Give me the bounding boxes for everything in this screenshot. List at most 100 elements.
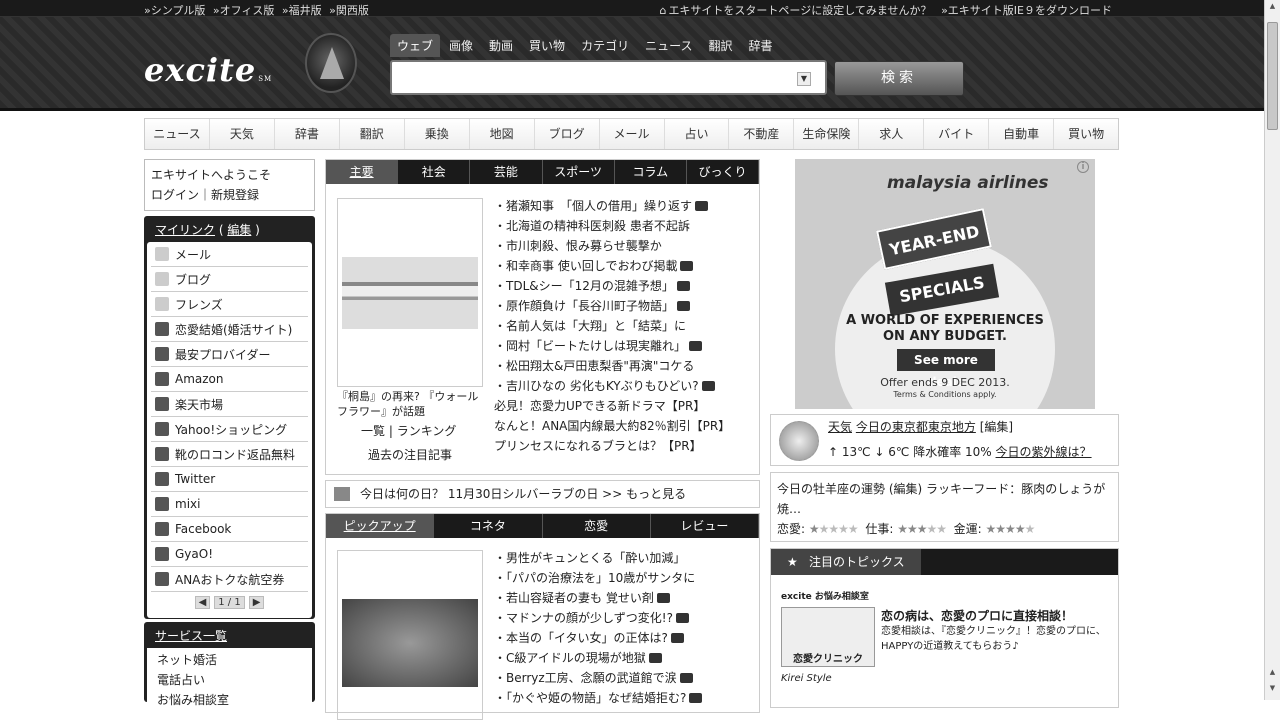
mylink-item[interactable]: Facebook xyxy=(151,517,308,542)
headline-link[interactable]: ・「パパの治療法を」10歳がサンタに xyxy=(494,568,702,588)
weather-location[interactable]: 今日の東京都東京地方 xyxy=(856,420,976,434)
headline-link[interactable]: ・松田翔太&戸田恵梨香"再演"コケる xyxy=(494,356,730,376)
mylink-item[interactable]: 恋愛結婚(婚活サイト) xyxy=(151,317,308,342)
search-tab-images[interactable]: 画像 xyxy=(442,34,480,57)
pickup-tab[interactable]: 恋愛 xyxy=(543,514,651,538)
headline-link[interactable]: ・男性がキュンとくる「酔い加減」 xyxy=(494,548,702,568)
search-tab-translate[interactable]: 翻訳 xyxy=(701,34,739,57)
service-item[interactable]: お悩み相談室 xyxy=(157,690,302,710)
headline-link[interactable]: ・「かぐや姫の物語」なぜ結婚拒む? xyxy=(494,688,703,708)
uv-link[interactable]: 今日の紫外線は？ xyxy=(996,445,1092,459)
headline-link[interactable]: ・若山容疑者の妻も 覚せい剤 xyxy=(494,588,702,608)
pickup-tab[interactable]: レビュー xyxy=(651,514,759,538)
headline-link[interactable]: ・Berryz工房、念願の武道館で涙 xyxy=(494,668,702,688)
nav-jobs[interactable]: 求人 xyxy=(859,119,925,149)
weather-edit-link[interactable]: [編集] xyxy=(980,420,1013,434)
headline-link[interactable]: ・岡村「ビートたけしは現実離れ」 xyxy=(494,336,730,356)
horoscope-text[interactable]: 今日の牡羊座の運勢 (編集) ラッキーフード：豚肉のしょうが焼… xyxy=(777,479,1112,519)
weather-link[interactable]: 天気 xyxy=(828,420,852,434)
mylink-item[interactable]: 最安プロバイダー xyxy=(151,342,308,367)
prev-page-icon[interactable]: ◀ xyxy=(194,596,211,609)
search-tab-dictionary[interactable]: 辞書 xyxy=(742,34,780,57)
nav-blog[interactable]: ブログ xyxy=(535,119,600,149)
nav-map[interactable]: 地図 xyxy=(470,119,535,149)
ranking-link[interactable]: ランキング xyxy=(397,424,457,438)
list-link[interactable]: 一覧 xyxy=(361,424,385,438)
scroll-up-icon[interactable]: ▲ xyxy=(1267,668,1278,678)
headline-link[interactable]: プリンセスになれるブラとは？【PR】 xyxy=(494,436,730,456)
mylink-item[interactable]: ANAおトクな航空券 xyxy=(151,567,308,592)
scroll-up-icon[interactable]: ▲ xyxy=(1267,2,1278,12)
scrollbar[interactable]: ▲ ▲ ▼ xyxy=(1264,0,1280,700)
nav-realestate[interactable]: 不動産 xyxy=(729,119,795,149)
mylink-item[interactable]: Amazon xyxy=(151,367,308,392)
advertisement[interactable]: i malaysia airlines YEAR-END SPECIALS A … xyxy=(795,159,1095,409)
mylink-item[interactable]: 楽天市場 xyxy=(151,392,308,417)
kansai-version-link[interactable]: »関西版 xyxy=(329,4,369,17)
fukui-version-link[interactable]: »福井版 xyxy=(282,4,322,17)
headline-link[interactable]: ・C級アイドルの現場が地獄 xyxy=(494,648,702,668)
pickup-photo[interactable] xyxy=(337,550,483,720)
mylink-title[interactable]: マイリンク xyxy=(155,223,215,237)
nav-translate[interactable]: 翻訳 xyxy=(340,119,405,149)
news-tab[interactable]: コラム xyxy=(615,160,687,184)
login-link[interactable]: ログイン xyxy=(151,188,199,202)
next-page-icon[interactable]: ▶ xyxy=(248,596,265,609)
mylink-item[interactable]: 靴のロコンド返品無料 xyxy=(151,442,308,467)
past-articles-link[interactable]: 過去の注目記事 xyxy=(368,446,452,463)
ad-info-icon[interactable]: i xyxy=(1077,161,1089,173)
excite-logo[interactable]: excite SM xyxy=(144,51,272,89)
headline-link[interactable]: ・北海道の精神科医刺殺 患者不起訴 xyxy=(494,216,730,236)
nav-mail[interactable]: メール xyxy=(600,119,665,149)
today-bar[interactable]: 今日は何の日？ 11月30日シルバーラブの日 >> もっと見る xyxy=(325,480,760,508)
mylink-item[interactable]: Yahoo!ショッピング xyxy=(151,417,308,442)
nav-transit[interactable]: 乗換 xyxy=(405,119,470,149)
mylink-item[interactable]: ブログ xyxy=(151,267,308,292)
nav-news[interactable]: ニュース xyxy=(145,119,210,149)
nav-insurance[interactable]: 生命保険 xyxy=(794,119,860,149)
nav-fortune[interactable]: 占い xyxy=(665,119,730,149)
headline-link[interactable]: ・TDL&シー「12月の混雑予想」 xyxy=(494,276,730,296)
headline-link[interactable]: ・マドンナの顔が少しずつ変化!? xyxy=(494,608,702,628)
headline-link[interactable]: なんと！ANA国内線最大約82％割引【PR】 xyxy=(494,416,730,436)
mylink-item[interactable]: mixi xyxy=(151,492,308,517)
pickup-tab[interactable]: コネタ xyxy=(434,514,543,538)
news-tab[interactable]: 社会 xyxy=(398,160,471,184)
news-tab[interactable]: 芸能 xyxy=(470,160,543,184)
download-ie-link[interactable]: »エキサイト版IE９をダウンロード xyxy=(941,4,1112,17)
ad-cta-button[interactable]: See more deals xyxy=(897,349,995,389)
search-tab-news[interactable]: ニュース xyxy=(638,34,699,57)
news-photo[interactable] xyxy=(337,198,483,387)
search-tab-category[interactable]: カテゴリ xyxy=(574,34,636,57)
headline-link[interactable]: ・名前人気は「大翔」と「結菜」に xyxy=(494,316,730,336)
scrollbar-thumb[interactable] xyxy=(1267,22,1278,130)
nav-shopping[interactable]: 買い物 xyxy=(1054,119,1118,149)
news-tab[interactable]: びっくり xyxy=(687,160,760,184)
search-tab-shopping[interactable]: 買い物 xyxy=(522,34,572,57)
news-tab[interactable]: スポーツ xyxy=(543,160,615,184)
register-link[interactable]: 新規登録 xyxy=(211,188,259,202)
headline-link[interactable]: ・本当の「イタい女」の正体は? xyxy=(494,628,702,648)
headline-link[interactable]: ・吉川ひなの 劣化もKYぶりもひどい? xyxy=(494,376,730,396)
simple-version-link[interactable]: »シンプル版 xyxy=(144,4,205,17)
search-input[interactable]: ▼ xyxy=(390,60,827,95)
office-version-link[interactable]: »オフィス版 xyxy=(213,4,275,17)
scroll-down-icon[interactable]: ▼ xyxy=(1267,684,1278,694)
headline-link[interactable]: ・和幸商事 使い回しでおわび掲載 xyxy=(494,256,730,276)
service-item[interactable]: ネット婚活 xyxy=(157,650,302,670)
headline-link[interactable]: ・猪瀬知事 「個人の借用」繰り返す xyxy=(494,196,730,216)
service-title[interactable]: サービス一覧 xyxy=(147,625,312,648)
topics-headline[interactable]: 恋の病は、恋愛のプロに直接相談！ xyxy=(881,607,1073,624)
nav-parttime[interactable]: バイト xyxy=(924,119,990,149)
search-button[interactable]: 検索 xyxy=(834,61,964,96)
search-tab-web[interactable]: ウェブ xyxy=(390,34,441,57)
service-item[interactable]: 電話占い xyxy=(157,670,302,690)
kirei-style-logo[interactable]: Kirei Style xyxy=(781,673,832,684)
pickup-tab[interactable]: ピックアップ xyxy=(326,514,435,538)
nav-dictionary[interactable]: 辞書 xyxy=(275,119,340,149)
chevron-down-icon[interactable]: ▼ xyxy=(797,72,811,86)
headline-link[interactable]: ・市川刺殺、恨み募らせ襲撃か xyxy=(494,236,730,256)
nav-cars[interactable]: 自動車 xyxy=(989,119,1055,149)
mylink-item[interactable]: GyaO! xyxy=(151,542,308,567)
mylink-item[interactable]: メール xyxy=(151,242,308,267)
